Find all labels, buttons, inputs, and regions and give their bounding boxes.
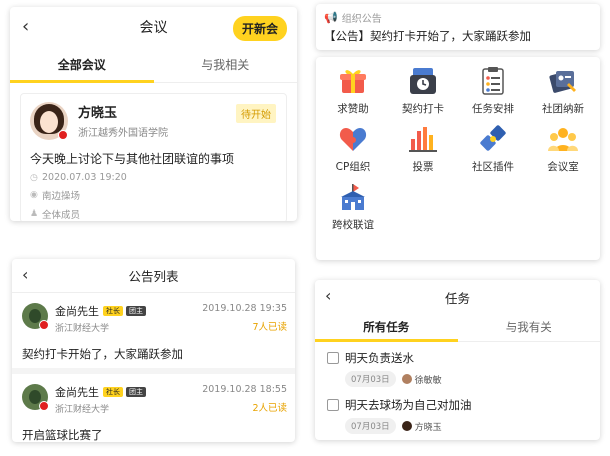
meeting-tabs: 全部会议 与我相关 [10, 47, 297, 83]
avatar [401, 374, 412, 384]
notice-text: 【公告】契约打卡开始了，大家踊跃参加 [324, 29, 531, 43]
task-date: 07月03日 [345, 371, 396, 387]
author-name: 金尚先生 [55, 386, 99, 399]
post-body: 契约打卡开始了，大家踊跃参加 [22, 347, 183, 361]
feature-grid: 求赞助 契约打卡 任务安排 社团纳新 CP组织 投票 社区插件 会议室 跨校联谊 [316, 57, 600, 260]
meeting-datetime: ◷ 2020.07.03 19:20 [30, 172, 127, 183]
meeting-card[interactable]: 方晓玉 浙江越秀外国语学院 待开始 今天晚上讨论下与其他社团联谊的事项 ◷ 20… [20, 93, 287, 221]
grid-item-sponsor[interactable]: 求赞助 [318, 65, 388, 116]
post-time: 2019.10.28 18:55 [202, 384, 287, 395]
host-school: 浙江越秀外国语学院 [78, 128, 168, 139]
role-tag: 团主 [126, 387, 146, 397]
grid-item-vote[interactable]: 投票 [388, 123, 458, 174]
task-checkbox[interactable] [327, 399, 339, 411]
people-icon: ♟ [30, 209, 39, 219]
avatar [401, 421, 412, 431]
announcement-nav-bar: ‹ 公告列表 [12, 259, 295, 293]
checklist-icon [482, 67, 504, 95]
post-body: 开启篮球比赛了 [22, 428, 103, 442]
meeting-room-icon [548, 128, 578, 151]
verified-badge-icon [39, 401, 49, 411]
announcement-list-panel: ‹ 公告列表 金尚先生 社长 团主 浙江财经大学 2019.10.28 19:3… [12, 259, 295, 442]
grid-item-recruit[interactable]: 社团纳新 [528, 65, 598, 116]
author-name: 金尚先生 [55, 305, 99, 318]
grid-label: CP组织 [335, 161, 371, 173]
task-title: 明天负责送水 [345, 351, 414, 365]
role-tag: 社长 [103, 387, 123, 397]
meeting-location: ◉ 南边操场 [30, 190, 81, 202]
task-item[interactable]: 明天去球场为自己对加油 07月03日 方晓玉 [315, 389, 600, 436]
meeting-participants: ♟ 全体成员 [30, 209, 81, 221]
host-name: 方晓玉 [78, 106, 118, 121]
back-arrow-icon[interactable]: ‹ [22, 265, 28, 284]
tab-related-to-me[interactable]: 与我有关 [458, 314, 601, 341]
grid-label: 契约打卡 [402, 103, 444, 115]
tab-related-to-me[interactable]: 与我相关 [154, 47, 298, 82]
read-count: 7人已读 [252, 322, 287, 333]
back-arrow-icon[interactable]: ‹ [22, 17, 29, 37]
grid-label: 会议室 [547, 161, 579, 173]
grid-item-cross-school[interactable]: 跨校联谊 [318, 181, 388, 232]
page-title: 会议 [139, 20, 168, 36]
location-pin-icon: ◉ [30, 190, 38, 200]
back-arrow-icon[interactable]: ‹ [325, 286, 331, 305]
new-meeting-button[interactable]: 开新会 [232, 16, 287, 41]
heart-puzzle-icon [339, 128, 367, 151]
plugin-icon [480, 125, 506, 151]
checkin-icon [410, 68, 436, 94]
meeting-nav-bar: ‹ 会议 开新会 [10, 7, 297, 47]
tab-all-tasks[interactable]: 所有任务 [315, 314, 458, 342]
tab-all-meetings[interactable]: 全部会议 [10, 47, 154, 83]
list-item[interactable]: 金尚先生 社长 团主 浙江财经大学 2019.10.28 18:55 2人已读 … [12, 368, 295, 442]
task-tabs: 所有任务 与我有关 [315, 314, 600, 342]
grid-item-checkin[interactable]: 契约打卡 [388, 65, 458, 116]
task-item[interactable]: 明天负责送水 07月03日 徐敏敏 [315, 342, 600, 389]
read-count: 2人已读 [252, 403, 287, 414]
grid-item-meeting-room[interactable]: 会议室 [528, 123, 598, 174]
task-assignee: 徐敏敏 [401, 373, 442, 386]
meeting-topic: 今天晚上讨论下与其他社团联谊的事项 [30, 152, 235, 166]
task-assignee: 方晓玉 [401, 420, 442, 433]
megaphone-icon: 📢 [324, 11, 338, 24]
recruit-icon [549, 71, 576, 93]
verified-badge-icon [58, 130, 68, 140]
verified-badge-icon [39, 320, 49, 330]
author-school: 浙江财经大学 [55, 405, 110, 415]
grid-label: 任务安排 [472, 103, 514, 115]
grid-label: 社区插件 [472, 161, 514, 173]
vote-bars-icon [409, 127, 437, 152]
grid-item-plugin[interactable]: 社区插件 [458, 123, 528, 174]
tasks-panel: ‹ 任务 所有任务 与我有关 明天负责送水 07月03日 徐敏敏 明天去球场为自… [315, 280, 600, 440]
post-time: 2019.10.28 19:35 [202, 303, 287, 314]
grid-label: 跨校联谊 [332, 219, 374, 231]
meeting-panel: ‹ 会议 开新会 全部会议 与我相关 方晓玉 浙江越秀外国语学院 待开始 今天晚… [10, 7, 297, 221]
grid-label: 投票 [412, 161, 434, 173]
grid-item-tasks[interactable]: 任务安排 [458, 65, 528, 116]
notice-banner[interactable]: 📢 组织公告 【公告】契约打卡开始了，大家踊跃参加 [316, 4, 600, 50]
grid-item-cp[interactable]: CP组织 [318, 123, 388, 174]
page-title: 公告列表 [128, 269, 179, 284]
grid-label: 求赞助 [337, 103, 369, 115]
notice-label: 组织公告 [341, 14, 382, 25]
role-tag: 团主 [126, 306, 146, 316]
task-title: 明天去球场为自己对加油 [345, 398, 472, 412]
gift-icon [340, 70, 366, 93]
clock-icon: ◷ [30, 172, 38, 183]
author-school: 浙江财经大学 [55, 324, 110, 334]
task-date: 07月03日 [345, 418, 396, 434]
list-item[interactable]: 金尚先生 社长 团主 浙江财经大学 2019.10.28 19:35 7人已读 … [12, 293, 295, 368]
task-checkbox[interactable] [327, 352, 339, 364]
role-tag: 社长 [103, 306, 123, 316]
status-badge: 待开始 [236, 104, 276, 123]
school-icon [341, 184, 365, 210]
page-title: 任务 [444, 290, 470, 306]
tasks-nav-bar: ‹ 任务 [315, 280, 600, 314]
grid-label: 社团纳新 [542, 103, 584, 115]
